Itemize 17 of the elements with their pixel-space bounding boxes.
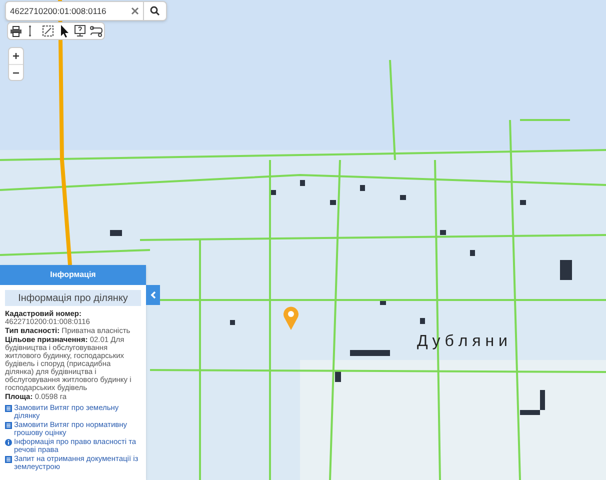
document-icon xyxy=(5,456,12,462)
document-icon xyxy=(5,422,12,428)
document-icon xyxy=(5,404,12,412)
panel-header: Інформація xyxy=(0,265,146,285)
clear-icon[interactable] xyxy=(131,7,139,15)
minus-icon xyxy=(13,72,19,74)
route-icon[interactable] xyxy=(88,23,104,39)
search-text: 4622710200:01:008:0116 xyxy=(10,4,108,18)
info-icon xyxy=(5,438,12,446)
print-icon[interactable] xyxy=(8,23,24,39)
collapse-panel-button[interactable] xyxy=(146,285,160,305)
search-icon xyxy=(150,6,160,16)
plus-icon xyxy=(13,53,19,59)
measure-area-icon[interactable] xyxy=(40,23,56,39)
chevron-left-icon xyxy=(150,291,156,299)
parcel-info-button[interactable]: Інформація про ділянку xyxy=(5,290,141,306)
help-icon[interactable] xyxy=(72,23,88,39)
